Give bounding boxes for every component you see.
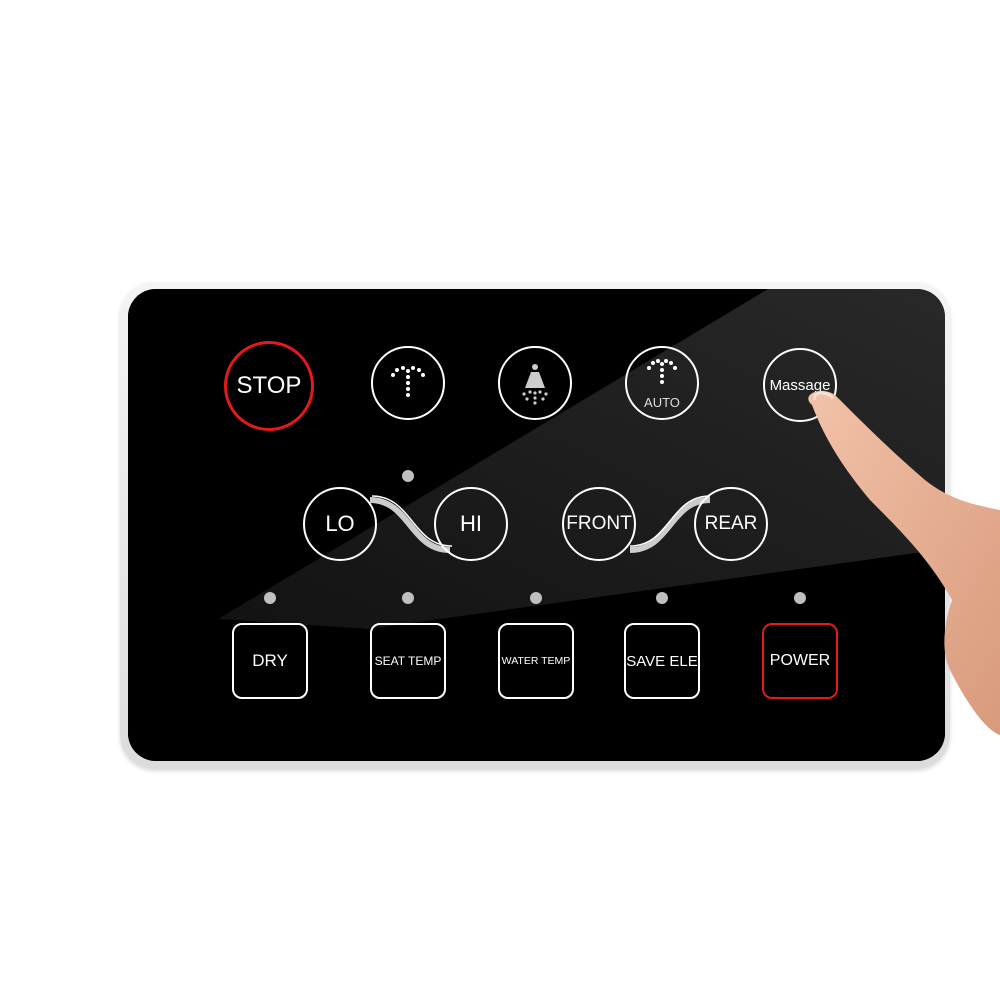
indicator-dot (402, 470, 414, 482)
front-label: FRONT (566, 513, 632, 534)
save-ele-label: SAVE ELE (626, 652, 698, 670)
lo-label: LO (325, 511, 355, 536)
lo-button[interactable]: LO (303, 487, 377, 561)
stop-label: STOP (236, 372, 302, 399)
auto-wash-button[interactable]: AUTO (625, 346, 699, 420)
rear-wash-spray-icon (391, 366, 425, 397)
rear-wash-button[interactable] (371, 346, 445, 420)
power-button[interactable]: POWER (762, 623, 838, 699)
feminine-wash-icon (522, 364, 548, 405)
feminine-wash-button[interactable] (498, 346, 572, 420)
hi-button[interactable]: HI (434, 487, 508, 561)
water-temp-label: WATER TEMP (501, 655, 571, 667)
dry-button[interactable]: DRY (232, 623, 308, 699)
indicator-dot (264, 592, 276, 604)
rear-label: REAR (704, 513, 758, 534)
dry-label: DRY (252, 651, 288, 670)
auto-wash-spray-icon (647, 359, 677, 384)
seat-temp-label: SEAT TEMP (374, 654, 442, 668)
stop-button[interactable]: STOP (224, 341, 314, 431)
indicator-dot (794, 592, 806, 604)
indicator-dot (656, 592, 668, 604)
indicator-dot (530, 592, 542, 604)
massage-label: Massage (769, 376, 831, 394)
front-button[interactable]: FRONT (562, 487, 636, 561)
save-ele-button[interactable]: SAVE ELE (624, 623, 700, 699)
massage-button[interactable]: Massage (763, 348, 837, 422)
power-label: POWER (769, 652, 831, 669)
hi-label: HI (460, 511, 482, 536)
water-temp-button[interactable]: WATER TEMP (498, 623, 574, 699)
slider-waves (369, 495, 711, 553)
indicator-dot (402, 592, 414, 604)
auto-label: AUTO (644, 395, 680, 410)
seat-temp-button[interactable]: SEAT TEMP (370, 623, 446, 699)
rear-button[interactable]: REAR (694, 487, 768, 561)
